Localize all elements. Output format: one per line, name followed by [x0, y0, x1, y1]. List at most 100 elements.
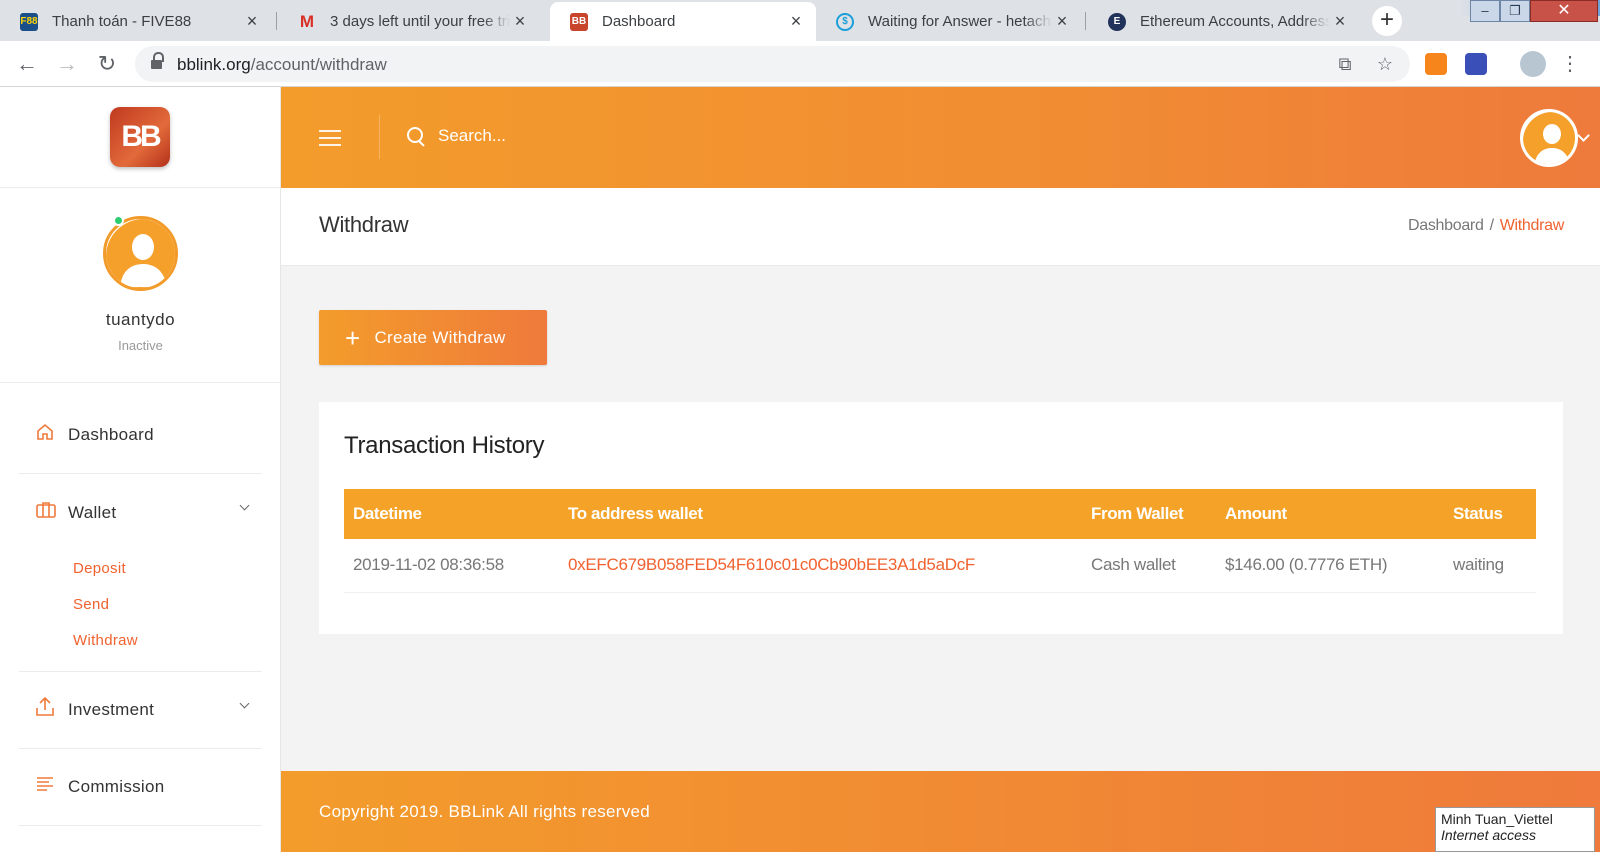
- submenu-send[interactable]: Send: [73, 587, 262, 623]
- username: tuantydo: [105, 310, 176, 329]
- upload-icon: [35, 696, 65, 724]
- browser-menu-icon[interactable]: ⋮: [1555, 49, 1585, 79]
- logo-area: BB: [0, 87, 280, 188]
- network-tooltip: Minh Tuan_Viettel Internet access: [1435, 807, 1595, 852]
- hamburger-menu-icon[interactable]: [319, 130, 341, 146]
- browser-tab[interactable]: E Ethereum Accounts, Address ×: [1088, 2, 1360, 41]
- column-header: From Wallet: [1091, 504, 1184, 523]
- browser-profile-avatar[interactable]: [1520, 51, 1546, 77]
- forward-arrow-icon[interactable]: →: [52, 49, 82, 79]
- create-withdraw-button[interactable]: + Create Withdraw: [319, 310, 547, 365]
- tab-close-icon[interactable]: ×: [510, 11, 530, 32]
- reload-icon[interactable]: ↻: [92, 49, 122, 79]
- sidebar-item-investment[interactable]: Investment: [19, 672, 262, 749]
- user-profile: tuantydo Inactive: [0, 188, 280, 383]
- breadcrumb-separator: /: [1489, 217, 1494, 234]
- copyright-text: Copyright 2019. BBLink All rights reserv…: [319, 802, 651, 821]
- translate-icon[interactable]: ⧉: [1335, 54, 1355, 74]
- etherscan-favicon-icon: E: [1108, 12, 1126, 31]
- sidebar-menu: Dashboard Wallet Deposit Send Withdraw I…: [19, 397, 262, 826]
- lock-icon: [151, 52, 164, 70]
- account-status: Inactive: [118, 338, 163, 353]
- chevron-down-icon: [240, 502, 250, 512]
- browser-tab[interactable]: F88 Thanh toán - FIVE88 ×: [0, 2, 272, 41]
- extension-icon[interactable]: [1465, 53, 1487, 75]
- header-divider: [379, 115, 380, 159]
- chevron-down-icon[interactable]: [1579, 133, 1589, 143]
- sidebar-item-label: Commission: [68, 777, 165, 796]
- url-host: bblink.org: [177, 55, 251, 74]
- address-bar[interactable]: bblink.org/account/withdraw ⧉ ☆: [135, 46, 1410, 82]
- cell-datetime: 2019-11-02 08:36:58: [344, 539, 559, 593]
- sidebar-item-wallet[interactable]: Wallet: [19, 474, 262, 551]
- tab-close-icon[interactable]: ×: [242, 11, 262, 32]
- bookmark-star-icon[interactable]: ☆: [1375, 54, 1395, 74]
- network-name: Minh Tuan_Viettel: [1441, 811, 1553, 827]
- back-arrow-icon[interactable]: ←: [12, 49, 42, 79]
- cell-amount: $146.00 (0.7776 ETH): [1216, 539, 1444, 593]
- tab-close-icon[interactable]: ×: [1052, 11, 1072, 32]
- online-status-dot: [113, 215, 124, 226]
- chevron-down-icon: [240, 700, 250, 710]
- home-icon: [35, 422, 65, 448]
- submenu-withdraw[interactable]: Withdraw: [73, 623, 262, 659]
- header-user-avatar[interactable]: [1520, 109, 1578, 167]
- create-withdraw-label: Create Withdraw: [374, 327, 506, 347]
- tab-close-icon[interactable]: ×: [1330, 11, 1350, 32]
- restore-window-icon[interactable]: ❐: [1500, 0, 1530, 22]
- bblink-favicon-icon: BB: [570, 12, 588, 31]
- user-avatar[interactable]: [103, 216, 178, 291]
- five88-favicon-icon: F88: [20, 12, 38, 31]
- tab-title: Dashboard: [602, 13, 676, 30]
- browser-tab-strip: F88 Thanh toán - FIVE88 × M 3 days left …: [0, 0, 1600, 41]
- sidebar-item-label: Dashboard: [68, 425, 154, 444]
- sidebar-item-commission[interactable]: Commission: [19, 749, 262, 826]
- browser-tab[interactable]: M 3 days left until your free trial ×: [278, 2, 540, 41]
- address-url[interactable]: bblink.org/account/withdraw: [177, 55, 387, 75]
- page-footer: Copyright 2019. BBLink All rights reserv…: [281, 771, 1600, 852]
- column-header: Datetime: [353, 504, 422, 523]
- search-icon[interactable]: [407, 127, 425, 145]
- cell-to-address[interactable]: 0xEFC679B058FED54F610c01c0Cb90bEE3A1d5aD…: [559, 539, 1082, 593]
- table-row: 2019-11-02 08:36:58 0xEFC679B058FED54F61…: [344, 539, 1536, 593]
- briefcase-icon: [35, 500, 65, 526]
- column-header: Amount: [1225, 504, 1287, 523]
- tab-title: Waiting for Answer - hetachain: [868, 13, 1052, 30]
- page-title: Withdraw: [319, 212, 409, 237]
- sidebar-item-dashboard[interactable]: Dashboard: [19, 397, 262, 474]
- breadcrumb: Dashboard / Withdraw: [1408, 217, 1564, 235]
- new-tab-plus-icon[interactable]: +: [1372, 6, 1402, 36]
- browser-toolbar: ← → ↻ bblink.org/account/withdraw ⧉ ☆ ⋮: [0, 41, 1600, 87]
- gmail-icon: M: [299, 11, 315, 31]
- tab-title: Thanh toán - FIVE88: [52, 13, 192, 30]
- tab-close-icon[interactable]: ×: [786, 11, 806, 32]
- user-silhouette-icon: [106, 219, 175, 288]
- submenu-deposit[interactable]: Deposit: [73, 551, 262, 587]
- tab-title: Ethereum Accounts, Address: [1140, 13, 1330, 30]
- browser-tab-active[interactable]: BB Dashboard ×: [550, 2, 816, 41]
- sidebar-item-label: Wallet: [68, 502, 117, 522]
- card-title: Transaction History: [344, 432, 545, 459]
- user-silhouette-icon: [1523, 112, 1575, 164]
- cell-from-wallet: Cash wallet: [1082, 539, 1216, 593]
- breadcrumb-current: Withdraw: [1499, 217, 1565, 234]
- column-header: To address wallet: [568, 504, 703, 523]
- minimize-window-icon[interactable]: –: [1470, 0, 1500, 22]
- tab-title: 3 days left until your free trial: [330, 13, 510, 30]
- tab-divider: [1085, 12, 1086, 30]
- search-input[interactable]: [438, 121, 738, 151]
- bblink-logo[interactable]: BB: [110, 107, 170, 167]
- metamask-extension-icon[interactable]: [1425, 53, 1447, 75]
- column-header: Status: [1453, 504, 1503, 523]
- list-lines-icon: [35, 775, 65, 799]
- browser-tab[interactable]: $ Waiting for Answer - hetachain ×: [816, 2, 1082, 41]
- hetachain-favicon-icon: $: [836, 12, 854, 31]
- tab-divider: [276, 12, 277, 30]
- close-window-icon[interactable]: ✕: [1530, 0, 1598, 22]
- url-path: /account/withdraw: [250, 55, 387, 74]
- cell-status: waiting: [1444, 539, 1536, 593]
- breadcrumb-dashboard[interactable]: Dashboard: [1408, 217, 1484, 234]
- sidebar: BB tuantydo Inactive Dashboard Wallet De…: [0, 87, 281, 852]
- table-header-row: Datetime To address wallet From Wallet A…: [344, 489, 1536, 539]
- transaction-table: Datetime To address wallet From Wallet A…: [344, 489, 1536, 593]
